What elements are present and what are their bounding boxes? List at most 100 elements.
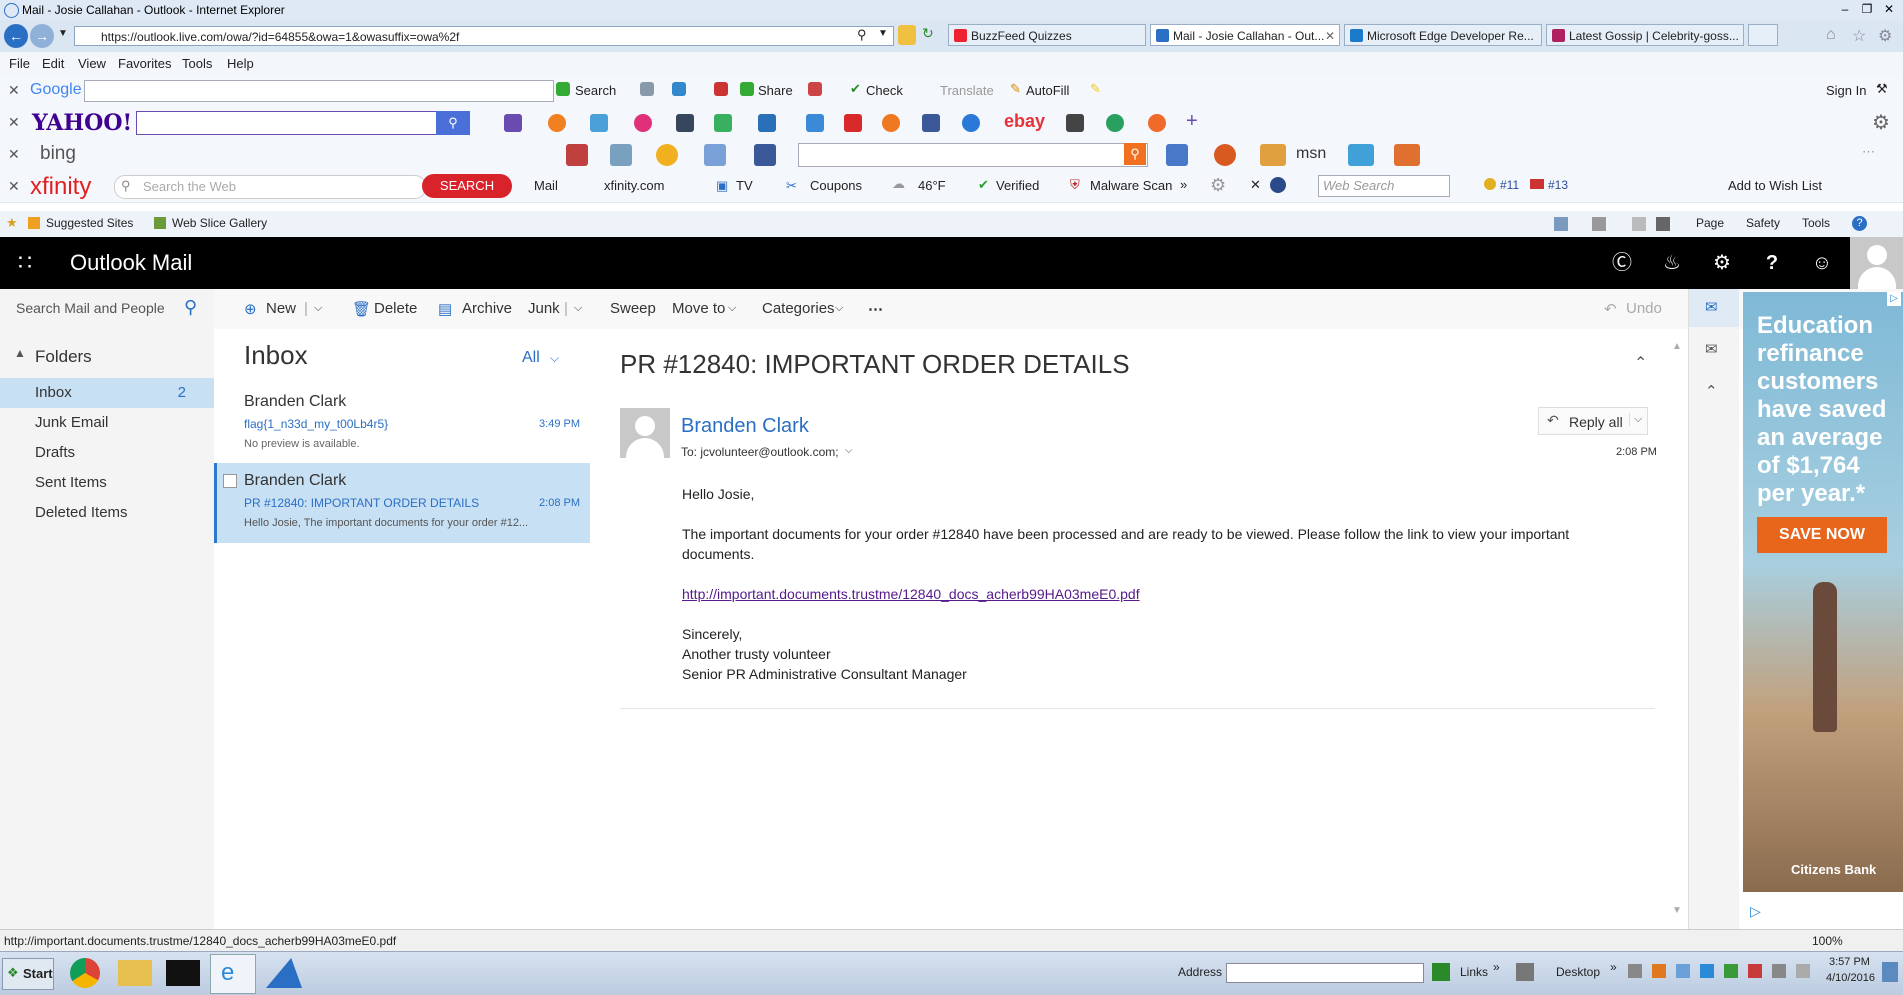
tray-icon[interactable] <box>1724 964 1738 978</box>
address-bar[interactable]: https://outlook.live.com/owa/?id=64855&o… <box>74 26 894 46</box>
close-tab-icon[interactable]: ✕ <box>1325 25 1335 45</box>
folders-header[interactable]: Folders <box>35 347 92 367</box>
undo-button[interactable]: Undo <box>1626 300 1662 317</box>
folder-junk-email[interactable]: Junk Email <box>0 408 214 438</box>
menu-file[interactable]: File <box>9 56 30 71</box>
links-chevron-icon[interactable]: » <box>1493 960 1500 974</box>
forward-button[interactable]: → <box>30 24 54 48</box>
close-toolbar-icon[interactable]: ✕ <box>8 146 20 163</box>
chevron-more-icon[interactable]: » <box>1180 177 1187 192</box>
bing-search-input[interactable] <box>798 143 1148 167</box>
settings-gear-icon[interactable]: ⚙ <box>1878 26 1892 46</box>
search-box[interactable]: Search Mail and People ⚲ <box>0 289 214 329</box>
junk-dropdown-icon[interactable]: ⌵ <box>574 302 582 315</box>
tv-button[interactable]: TV <box>736 178 753 193</box>
home-icon[interactable] <box>1554 217 1568 231</box>
yahoo-search-button[interactable]: ⚲ <box>436 111 470 135</box>
minimize-button[interactable]: – <box>1836 1 1854 17</box>
tray-icon[interactable] <box>1748 964 1762 978</box>
highlighter-icon[interactable]: ✎ <box>1090 81 1101 97</box>
history-dropdown-icon[interactable]: ▼ <box>58 28 68 39</box>
scroll-up-icon[interactable]: ▲ <box>1672 341 1682 352</box>
dropdown-icon[interactable]: ▼ <box>878 28 888 39</box>
list-item[interactable]: Branden Clark flag{1_n33d_my_t00Lb4r5} 3… <box>214 383 590 463</box>
tray-icon[interactable] <box>1652 964 1666 978</box>
sports-icon[interactable] <box>548 114 566 132</box>
maps-icon[interactable] <box>610 144 632 166</box>
collapse-rail-icon[interactable]: ⌃ <box>1705 382 1718 400</box>
pets-icon[interactable] <box>1260 144 1286 166</box>
new-dropdown-icon[interactable]: ⌵ <box>314 302 322 315</box>
search-mail-input[interactable]: Search Mail and People <box>16 300 165 316</box>
cmd-icon[interactable] <box>166 960 200 986</box>
chrome-icon[interactable] <box>70 958 100 988</box>
archive-button[interactable]: Archive <box>462 300 512 317</box>
wireshark-icon[interactable] <box>266 958 302 988</box>
conversation-icon[interactable]: ✉ <box>1705 340 1718 358</box>
shopping-icon[interactable] <box>1148 114 1166 132</box>
desktop-label[interactable]: Desktop <box>1556 965 1600 979</box>
zoom-level[interactable]: 100% <box>1812 934 1843 948</box>
categories-chevron-icon[interactable]: ⌵ <box>835 302 843 315</box>
popup-blocker-icon[interactable] <box>808 82 822 96</box>
explorer-folder-icon[interactable] <box>118 960 152 986</box>
lock-icon[interactable] <box>898 25 916 45</box>
app-title[interactable]: Outlook Mail <box>70 250 192 276</box>
weather-icon[interactable] <box>806 114 824 132</box>
mail-icon[interactable] <box>504 114 522 132</box>
flickr-icon[interactable] <box>634 114 652 132</box>
sweep-button[interactable]: Sweep <box>610 300 656 317</box>
mail-icon[interactable] <box>704 144 726 166</box>
close-toolbar-icon[interactable]: ✕ <box>8 82 20 99</box>
folder-inbox[interactable]: Inbox 2 <box>0 378 214 408</box>
travel-icon[interactable] <box>1394 144 1420 166</box>
close-window-button[interactable]: ✕ <box>1880 1 1898 17</box>
mail-button[interactable]: Mail <box>534 178 558 193</box>
gear-icon[interactable]: ⚙ <box>1210 175 1226 196</box>
move-to-chevron-icon[interactable]: ⌵ <box>728 302 736 315</box>
desktop-chevron-icon[interactable]: » <box>1610 960 1617 974</box>
scroll-down-icon[interactable]: ▼ <box>1672 905 1682 916</box>
show-desktop-button[interactable] <box>1882 962 1898 982</box>
clock-date[interactable]: 4/10/2016 <box>1826 972 1875 984</box>
games-icon[interactable] <box>882 114 900 132</box>
sports-icon[interactable] <box>1214 144 1236 166</box>
feeds-icon[interactable] <box>1592 217 1606 231</box>
alerts-icon[interactable] <box>566 144 588 166</box>
add-icon[interactable]: + <box>1186 110 1198 133</box>
finance-icon[interactable] <box>590 114 608 132</box>
translate-button[interactable]: Translate <box>940 83 994 98</box>
weather-button[interactable]: 46°F <box>918 178 946 193</box>
rank-2[interactable]: #13 <box>1548 178 1568 192</box>
sender-name[interactable]: Branden Clark <box>681 415 809 438</box>
add-to-wish-list-button[interactable]: Add to Wish List <box>1728 178 1822 193</box>
avatar[interactable] <box>1850 237 1903 289</box>
tab-latest-gossip[interactable]: Latest Gossip | Celebrity-goss... <box>1546 24 1744 46</box>
tumblr-icon[interactable] <box>676 114 694 132</box>
ask-icon[interactable] <box>1270 177 1286 193</box>
scrollbar[interactable]: ▲ ▼ <box>1672 341 1682 921</box>
favorites-star-icon[interactable]: ★ <box>6 215 18 231</box>
new-button[interactable]: New <box>266 300 296 317</box>
bing-search-button[interactable]: ⚲ <box>1124 143 1146 165</box>
bookmark-icon[interactable] <box>844 114 862 132</box>
bookmarks-icon[interactable] <box>640 82 654 96</box>
ebay-logo[interactable]: ebay <box>1004 111 1045 132</box>
answers-icon[interactable] <box>714 114 732 132</box>
home-icon[interactable]: ⌂ <box>1826 26 1836 44</box>
categories-button[interactable]: Categories <box>762 300 835 317</box>
clock-time[interactable]: 3:57 PM <box>1829 956 1870 968</box>
malware-scan-button[interactable]: Malware Scan <box>1090 178 1172 193</box>
taskbar-address-input[interactable] <box>1226 963 1424 983</box>
tray-icon[interactable] <box>1628 964 1642 978</box>
folder-sent-items[interactable]: Sent Items <box>0 468 214 498</box>
folder-deleted-items[interactable]: Deleted Items <box>0 498 214 528</box>
msn-logo[interactable]: msn <box>1296 145 1326 163</box>
ad-cta-button[interactable]: SAVE NOW <box>1757 517 1887 553</box>
volume-icon[interactable] <box>1796 964 1810 978</box>
tab-edge-developer[interactable]: Microsoft Edge Developer Re... <box>1344 24 1542 46</box>
web-slice-gallery-link[interactable]: Web Slice Gallery <box>172 216 267 230</box>
read-mail-icon[interactable] <box>1632 217 1646 231</box>
filter-chevron-icon[interactable]: ⌵ <box>550 351 559 366</box>
more-icon[interactable]: ⋯ <box>1862 144 1875 160</box>
